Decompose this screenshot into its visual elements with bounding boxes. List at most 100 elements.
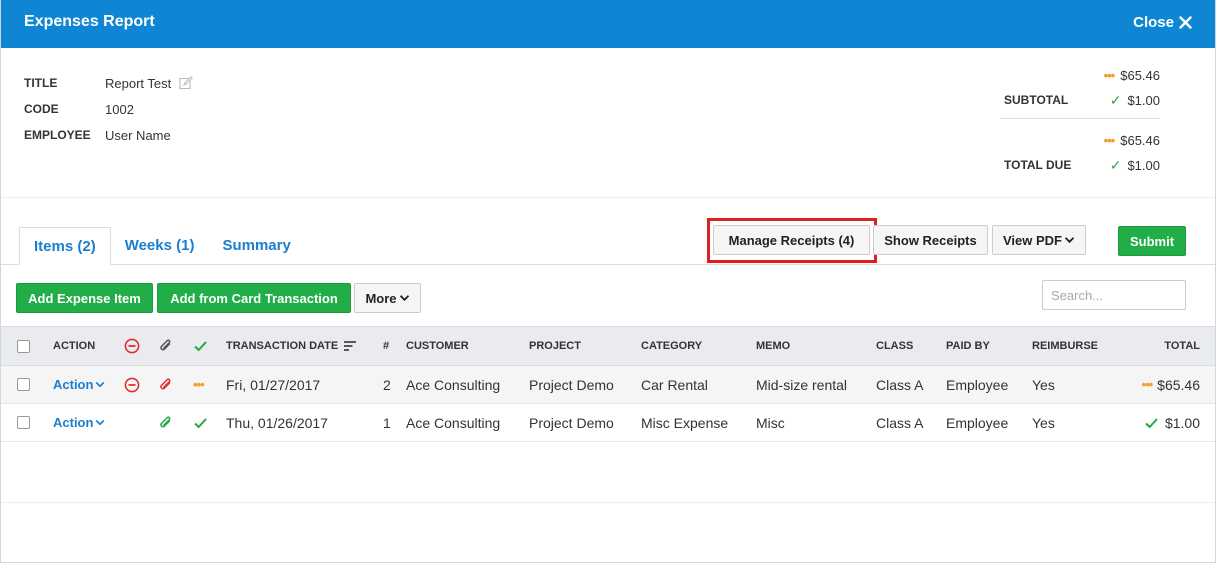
pending-dots-icon: ••• (1103, 133, 1116, 148)
search-input[interactable] (1042, 280, 1186, 310)
tab-weeks[interactable]: Weeks (1) (111, 227, 209, 265)
row-date: Fri, 01/27/2017 (226, 376, 321, 393)
row-number: 1 (383, 414, 391, 431)
row-number: 2 (383, 376, 391, 393)
col-action: ACTION (53, 340, 96, 352)
row-date: Thu, 01/26/2017 (226, 414, 328, 431)
row-class: Class A (876, 376, 924, 393)
row-paid-by: Employee (946, 414, 1009, 431)
paperclip-icon[interactable] (158, 377, 174, 393)
row-checkbox[interactable] (17, 416, 30, 429)
row-memo: Mid-size rental (756, 376, 848, 393)
col-category: CATEGORY (641, 340, 703, 352)
view-pdf-button[interactable]: View PDF (992, 225, 1086, 255)
close-label: Close (1133, 14, 1174, 31)
col-transaction-date: TRANSACTION DATE (226, 340, 339, 352)
pending-dots-icon: ••• (1103, 68, 1116, 83)
total-pending: $65.46 (1120, 133, 1160, 148)
title-value: Report Test (105, 75, 172, 91)
row-action-dropdown[interactable]: Action (53, 415, 105, 430)
show-receipts-button[interactable]: Show Receipts (873, 225, 988, 255)
add-expense-item-button[interactable]: Add Expense Item (16, 283, 153, 313)
row-class: Class A (876, 414, 924, 431)
subtotal-block: ••• $65.46 SUBTOTAL ✓ $1.00 (1000, 68, 1160, 114)
check-icon (194, 417, 207, 428)
approved-check-icon: ✓ (1109, 92, 1122, 108)
row-action-label: Action (53, 415, 94, 430)
more-label: More (365, 290, 397, 306)
sort-icon[interactable] (343, 340, 357, 352)
check-icon (1145, 417, 1158, 428)
section-divider (0, 197, 1216, 198)
submit-button[interactable]: Submit (1118, 226, 1186, 256)
row-checkbox[interactable] (17, 378, 30, 391)
row-action-label: Action (53, 377, 94, 392)
row-memo: Misc (756, 414, 785, 431)
total-approved: $1.00 (1127, 158, 1160, 173)
check-icon (194, 341, 207, 352)
col-reimburse: REIMBURSE (1032, 340, 1099, 352)
row-total: $65.46 (1157, 376, 1200, 393)
row-reimburse: Yes (1032, 376, 1055, 393)
close-icon (1179, 16, 1192, 29)
row-action-dropdown[interactable]: Action (53, 377, 105, 392)
table-footer-divider (0, 502, 1216, 503)
pending-dots-icon: ••• (193, 377, 205, 392)
tab-items[interactable]: Items (2) (19, 227, 111, 265)
col-total: TOTAL (1164, 340, 1200, 352)
total-due-block: ••• $65.46 TOTAL DUE ✓ $1.00 (1000, 133, 1160, 179)
row-project: Project Demo (529, 376, 614, 393)
row-category: Car Rental (641, 376, 708, 393)
report-info: TITLE Report Test CODE 1002 EMPLOYEE Use… (24, 70, 194, 148)
modal-title: Expenses Report (24, 13, 155, 30)
paperclip-icon[interactable] (158, 415, 174, 431)
rejected-icon (124, 338, 140, 354)
paperclip-icon (160, 339, 171, 351)
pending-dots-icon: ••• (1141, 377, 1154, 392)
chevron-down-icon (96, 419, 105, 426)
col-memo: MEMO (756, 340, 791, 352)
report-tabs: Items (2) Weeks (1) Summary (19, 227, 305, 265)
employee-label: EMPLOYEE (24, 128, 91, 142)
approved-check-icon: ✓ (1109, 157, 1122, 173)
row-customer: Ace Consulting (406, 376, 501, 393)
table-row[interactable]: Action ••• Fri, 01/27/2017 2 Ace Consult… (0, 366, 1216, 404)
col-customer: CUSTOMER (406, 340, 469, 352)
subtotal-pending: $65.46 (1120, 68, 1160, 83)
rejected-icon (124, 377, 140, 392)
row-reimburse: Yes (1032, 414, 1055, 431)
subtotal-label: SUBTOTAL (1004, 93, 1069, 107)
table-header: ACTION TRANSACTION DATE # CUSTOMER PROJE… (0, 326, 1216, 366)
row-customer: Ace Consulting (406, 414, 501, 431)
highlight-box (707, 218, 877, 263)
row-total: $1.00 (1164, 414, 1200, 431)
col-class: CLASS (876, 340, 914, 352)
expense-table: ACTION TRANSACTION DATE # CUSTOMER PROJE… (0, 326, 1216, 442)
row-category: Misc Expense (641, 414, 729, 431)
view-pdf-label: View PDF (1002, 232, 1062, 248)
subtotal-approved: $1.00 (1127, 93, 1160, 108)
edit-icon[interactable] (179, 76, 194, 90)
chevron-down-icon (96, 381, 105, 388)
select-all-checkbox[interactable] (17, 339, 30, 353)
totals-divider (1000, 118, 1160, 119)
code-value: 1002 (105, 101, 134, 117)
more-button[interactable]: More (354, 283, 421, 313)
tab-summary[interactable]: Summary (208, 227, 304, 265)
close-button[interactable]: Close (1133, 14, 1192, 31)
col-paid-by: PAID BY (946, 340, 990, 352)
code-label: CODE (24, 102, 59, 116)
chevron-down-icon (1064, 237, 1075, 244)
totals-panel: ••• $65.46 SUBTOTAL ✓ $1.00 ••• $65.46 TOTA… (1000, 68, 1160, 179)
row-paid-by: Employee (946, 376, 1009, 393)
modal-header: Expenses Report Close (0, 0, 1216, 48)
add-card-transaction-button[interactable]: Add from Card Transaction (157, 283, 351, 313)
col-project: PROJECT (529, 340, 581, 352)
table-row[interactable]: Action Thu, 01/26/2017 1 Ace Consulting … (0, 404, 1216, 442)
chevron-down-icon (399, 295, 409, 302)
col-number: # (383, 340, 390, 352)
row-project: Project Demo (529, 414, 614, 431)
title-label: TITLE (24, 76, 58, 90)
employee-value: User Name (105, 127, 171, 143)
total-due-label: TOTAL DUE (1004, 158, 1072, 172)
